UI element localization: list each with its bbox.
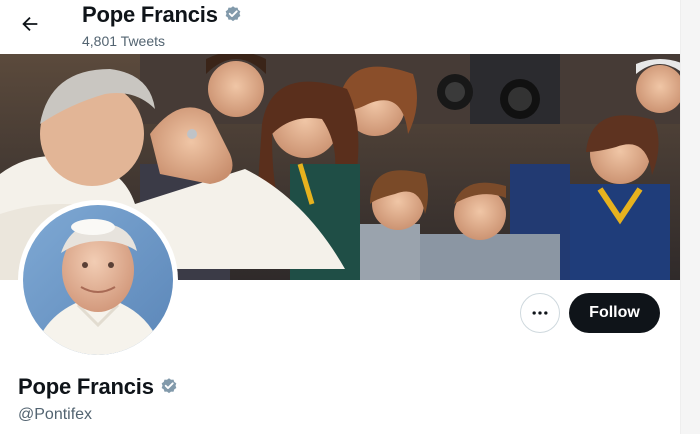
profile-name: Pope Francis — [18, 374, 154, 399]
verified-badge-icon — [225, 6, 241, 22]
verified-badge-icon[interactable] — [159, 377, 179, 397]
page-scrollbar[interactable] — [680, 0, 700, 434]
header-title: Pope Francis — [82, 2, 243, 28]
back-button[interactable] — [12, 6, 48, 42]
header-name: Pope Francis — [82, 2, 218, 27]
arrow-left-icon — [22, 16, 38, 32]
tweet-count: 4,801 Tweets — [82, 33, 166, 49]
follow-button[interactable]: Follow — [569, 293, 660, 333]
more-options-button[interactable] — [520, 293, 560, 333]
more-dots-icon — [532, 311, 548, 315]
profile-avatar[interactable] — [18, 200, 178, 360]
avatar-icon — [23, 205, 173, 355]
profile-header-bar: Pope Francis 4,801 Tweets — [0, 0, 700, 54]
profile-handle: @Pontifex — [18, 406, 93, 423]
profile-name-row: Pope Francis — [18, 374, 179, 400]
